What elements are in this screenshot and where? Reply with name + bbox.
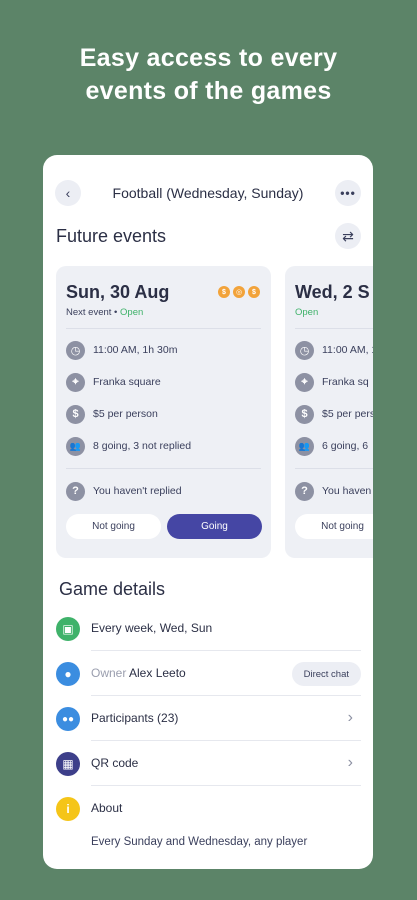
not-going-button[interactable]: Not going xyxy=(66,514,161,539)
dollar-icon: $ xyxy=(66,404,85,424)
event-subtitle: Next event • Open xyxy=(66,307,143,318)
event-price: $5 per pers xyxy=(322,408,373,420)
divider xyxy=(66,328,261,329)
headline-line-1: Easy access to every xyxy=(79,44,338,72)
event-date: Sun, 30 Aug xyxy=(66,282,170,302)
participants-row[interactable]: ●● Participants (23) › xyxy=(55,696,361,741)
owner-row: ● Owner Alex Leeto Direct chat xyxy=(55,651,361,696)
event-card[interactable]: Sun, 30 Aug $ ◎ $ Next event • Open ◷ 11… xyxy=(56,266,271,558)
question-icon: ? xyxy=(295,481,314,501)
event-time: 11:00 AM, 1h xyxy=(322,344,373,356)
reply-status: You haven't replied xyxy=(93,485,182,497)
share-icon: ⇄ xyxy=(342,227,354,244)
more-button[interactable]: ••• xyxy=(335,180,361,206)
event-card[interactable]: Wed, 2 S Open ◷ 11:00 AM, 1h ⌖ Franka sq… xyxy=(285,266,373,558)
reply-status-row: ? You haven xyxy=(295,481,371,501)
owner-name: Alex Leeto xyxy=(129,666,186,680)
event-price-row: $ $5 per person xyxy=(66,404,158,424)
qr-code-text: QR code xyxy=(91,756,139,770)
event-badges: $ ◎ $ xyxy=(218,286,260,298)
event-time: 11:00 AM, 1h 30m xyxy=(93,344,178,356)
people-icon: 👥 xyxy=(295,436,314,456)
reply-status-row: ? You haven't replied xyxy=(66,481,182,501)
event-time-row: ◷ 11:00 AM, 1h xyxy=(295,340,373,360)
owner-label: Owner xyxy=(91,666,127,680)
event-attendance: 6 going, 6 xyxy=(322,440,369,452)
participants-text: Participants (23) xyxy=(91,711,179,725)
event-price-row: $ $5 per pers xyxy=(295,404,373,424)
next-event-label: Next event • xyxy=(66,307,121,318)
event-date: Wed, 2 S xyxy=(295,282,370,302)
event-subtitle: Open xyxy=(295,307,318,318)
calendar-icon: ▣ xyxy=(56,617,80,641)
share-button[interactable]: ⇄ xyxy=(335,223,361,249)
info-icon: i xyxy=(56,797,80,821)
headline-line-2: events of the games xyxy=(85,77,332,105)
more-horizontal-icon: ••• xyxy=(340,186,356,200)
about-description: Every Sunday and Wednesday, any player xyxy=(91,836,308,848)
not-going-button[interactable]: Not going xyxy=(295,514,373,539)
event-price: $5 per person xyxy=(93,408,158,420)
user-icon: ● xyxy=(56,662,80,686)
chevron-right-icon: › xyxy=(347,709,353,726)
game-details-title: Game details xyxy=(59,579,166,599)
top-bar: ‹ Football (Wednesday, Sunday) ••• xyxy=(43,177,373,209)
qr-code-icon: ▦ xyxy=(56,752,80,776)
divider xyxy=(295,328,373,329)
event-time-row: ◷ 11:00 AM, 1h 30m xyxy=(66,340,177,360)
event-attendance: 8 going, 3 not replied xyxy=(93,440,192,452)
direct-chat-button[interactable]: Direct chat xyxy=(291,662,361,686)
future-events-title: Future events xyxy=(56,226,167,246)
headline: Easy access to every events of the games xyxy=(0,42,417,108)
page-title: Football (Wednesday, Sunday) xyxy=(112,185,304,201)
about-row: i About xyxy=(55,786,361,831)
going-button[interactable]: Going xyxy=(167,514,262,539)
event-attendance-row: 👥 6 going, 6 xyxy=(295,436,368,456)
qr-code-row[interactable]: ▦ QR code › xyxy=(55,741,361,786)
event-attendance-row: 👥 8 going, 3 not replied xyxy=(66,436,191,456)
reply-status: You haven xyxy=(322,485,372,497)
event-location-row: ⌖ Franka square xyxy=(66,372,161,392)
divider xyxy=(66,468,261,469)
phone-screen: ‹ Football (Wednesday, Sunday) ••• Futur… xyxy=(43,155,373,869)
owner-text: Owner Alex Leeto xyxy=(91,666,186,680)
schedule-row: ▣ Every week, Wed, Sun xyxy=(55,606,361,651)
dollar-icon: $ xyxy=(295,404,314,424)
ball-badge-icon: ◎ xyxy=(233,286,245,298)
clock-icon: ◷ xyxy=(295,340,314,360)
event-location-row: ⌖ Franka sq xyxy=(295,372,369,392)
money-badge-icon: $ xyxy=(218,286,230,298)
location-pin-icon: ⌖ xyxy=(66,372,85,392)
clock-icon: ◷ xyxy=(66,340,85,360)
event-status: Open xyxy=(295,307,319,318)
people-icon: ●● xyxy=(56,707,80,731)
people-icon: 👥 xyxy=(66,436,85,456)
schedule-text: Every week, Wed, Sun xyxy=(91,621,213,635)
chevron-left-icon: ‹ xyxy=(65,185,71,201)
event-status: Open xyxy=(120,307,144,318)
event-location: Franka square xyxy=(93,376,161,388)
divider xyxy=(295,468,373,469)
about-title: About xyxy=(91,801,123,815)
question-icon: ? xyxy=(66,481,85,501)
money-badge-icon: $ xyxy=(248,286,260,298)
location-pin-icon: ⌖ xyxy=(295,372,314,392)
back-button[interactable]: ‹ xyxy=(55,180,81,206)
event-location: Franka sq xyxy=(322,376,369,388)
chevron-right-icon: › xyxy=(347,754,353,771)
